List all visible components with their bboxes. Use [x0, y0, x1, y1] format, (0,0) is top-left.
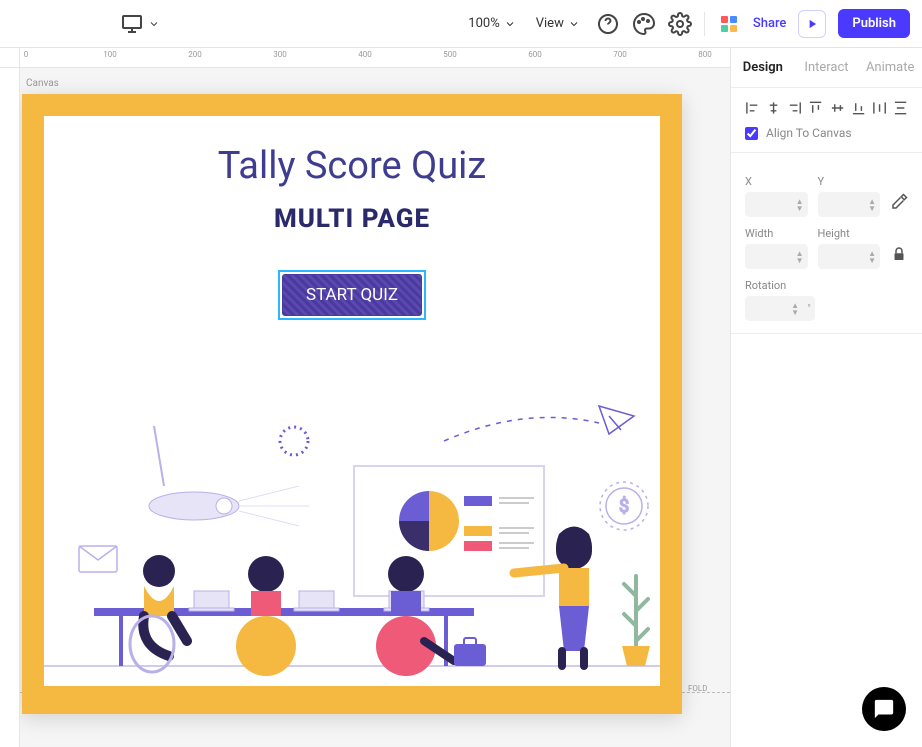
ruler-horizontal: 0 100 200 300 400 500 600 700 800 [20, 48, 730, 68]
ruler-corner [0, 48, 20, 68]
y-label: Y [818, 175, 881, 188]
align-center-v-icon[interactable] [830, 100, 845, 116]
quiz-title[interactable]: Tally Score Quiz [44, 144, 660, 188]
zoom-selector[interactable]: 100% [464, 12, 519, 35]
desktop-icon [120, 12, 144, 36]
share-button[interactable]: Share [753, 16, 787, 31]
ruler-tick-label: 600 [528, 50, 542, 59]
start-quiz-button[interactable]: START QUIZ [282, 274, 422, 316]
ruler-tick-label: 800 [698, 50, 712, 59]
tab-design[interactable]: Design [731, 48, 795, 87]
alignment-tools [745, 100, 908, 116]
chat-launcher[interactable] [862, 687, 906, 731]
help-icon[interactable] [596, 12, 620, 36]
rotation-label: Rotation [745, 279, 815, 292]
chevron-down-icon [568, 18, 580, 30]
panel-tabs: Design Interact Animate [731, 48, 922, 88]
device-selector[interactable] [112, 8, 168, 40]
ruler-tick-label: 700 [613, 50, 627, 59]
svg-text:$: $ [619, 496, 629, 517]
distribute-v-icon[interactable] [893, 100, 908, 116]
ruler-tick-label: 200 [188, 50, 202, 59]
divider [704, 12, 705, 36]
theme-icon[interactable] [632, 12, 656, 36]
view-selector[interactable]: View [532, 12, 584, 35]
meeting-illustration: $ [44, 386, 660, 686]
ruler-tick-label: 0 [24, 50, 29, 59]
apps-icon[interactable] [717, 12, 741, 36]
eyedropper-icon[interactable] [890, 193, 908, 211]
quiz-subtitle[interactable]: MULTI PAGE [44, 204, 660, 234]
align-canvas-label: Align To Canvas [766, 126, 852, 140]
align-left-icon[interactable] [745, 100, 760, 116]
align-canvas-input[interactable] [745, 127, 758, 140]
chevron-down-icon [148, 12, 160, 36]
ruler-tick-label: 100 [103, 50, 117, 59]
start-quiz-selection[interactable]: START QUIZ [282, 274, 422, 316]
ruler-tick-label: 500 [443, 50, 457, 59]
align-to-canvas-checkbox[interactable]: Align To Canvas [745, 126, 908, 140]
publish-button[interactable]: Publish [838, 9, 910, 38]
tab-interact[interactable]: Interact [795, 48, 859, 87]
chevron-down-icon [504, 18, 516, 30]
canvas-label: Canvas [26, 78, 59, 89]
lock-icon[interactable] [890, 245, 908, 263]
settings-icon[interactable] [668, 12, 692, 36]
distribute-h-icon[interactable] [872, 100, 887, 116]
rotation-input[interactable] [745, 296, 815, 321]
canvas-page[interactable]: Tally Score Quiz MULTI PAGE START QUIZ [44, 116, 660, 686]
align-right-icon[interactable] [787, 100, 802, 116]
properties-panel: Design Interact Animate Align To Canvas [730, 48, 922, 747]
ruler-tick-label: 400 [358, 50, 372, 59]
align-bottom-icon[interactable] [851, 100, 866, 116]
align-top-icon[interactable] [808, 100, 823, 116]
canvas-frame[interactable]: Tally Score Quiz MULTI PAGE START QUIZ [22, 94, 682, 714]
top-toolbar: 100% View Share Publish [0, 0, 922, 48]
tab-animate[interactable]: Animate [858, 48, 922, 87]
zoom-value: 100% [468, 16, 499, 31]
ruler-vertical [0, 68, 20, 747]
align-center-h-icon[interactable] [766, 100, 781, 116]
x-label: X [745, 175, 808, 188]
canvas-area[interactable]: 0 100 200 300 400 500 600 700 800 Canvas… [0, 48, 730, 747]
width-label: Width [745, 227, 808, 240]
view-label: View [536, 16, 564, 31]
preview-button[interactable] [798, 10, 826, 38]
ruler-tick-label: 300 [273, 50, 287, 59]
height-label: Height [818, 227, 881, 240]
